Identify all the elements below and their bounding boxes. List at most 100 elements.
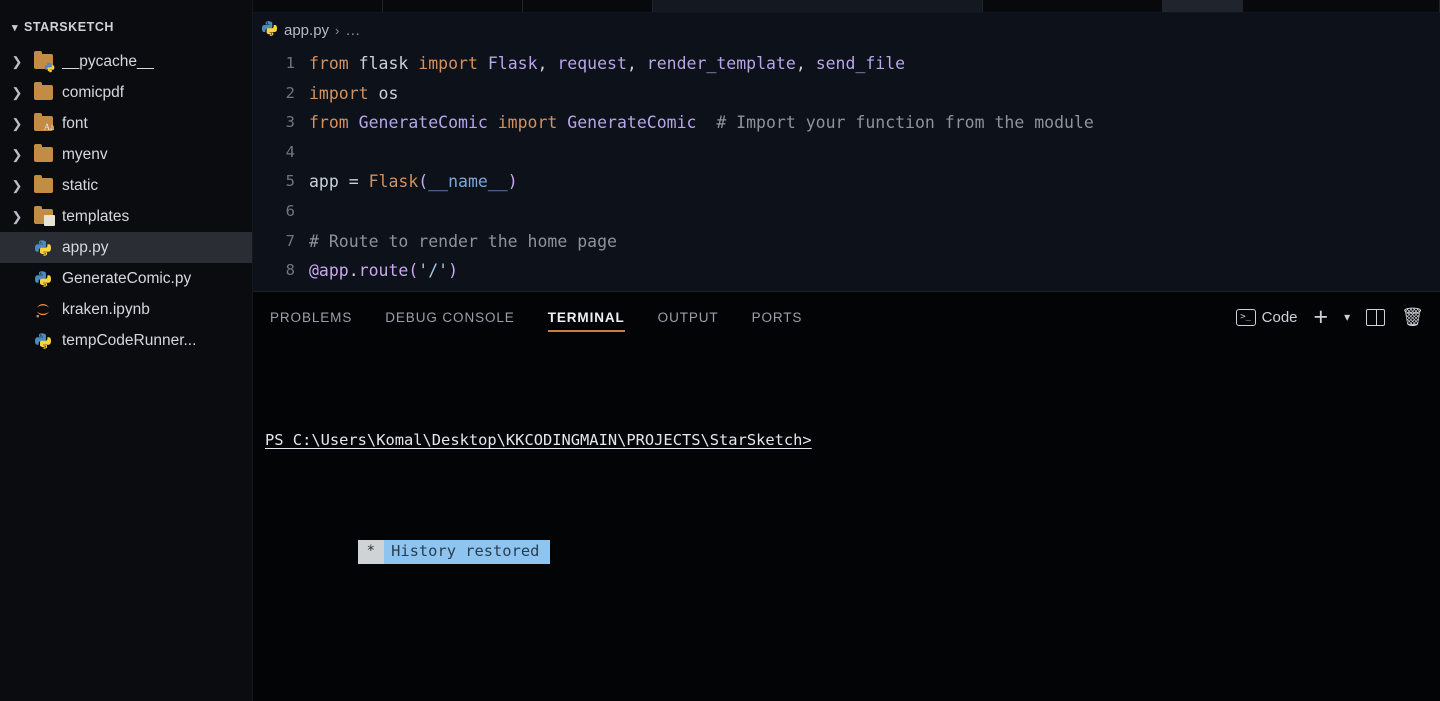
file-tree-item[interactable]: ❯ templates bbox=[0, 201, 252, 232]
code-line-content: from flask import Flask, request, render… bbox=[309, 49, 905, 79]
editor-tab-strip bbox=[253, 0, 1440, 13]
code-token: , bbox=[537, 54, 558, 73]
new-terminal-dropdown[interactable]: ▾ bbox=[1340, 307, 1354, 327]
editor-tab[interactable] bbox=[523, 0, 653, 12]
bottom-panel: PROBLEMS DEBUG CONSOLE TERMINAL OUTPUT PORTS… bbox=[253, 291, 1440, 701]
kill-terminal-button[interactable]: 🗑 bbox=[1397, 304, 1428, 331]
active-terminal-selector[interactable]: >_ Code bbox=[1232, 306, 1302, 329]
panel-tab-debug-console[interactable]: DEBUG CONSOLE bbox=[385, 292, 514, 342]
folder-python-icon bbox=[30, 50, 56, 73]
font-badge-icon: Aa bbox=[43, 122, 55, 132]
folder-templates-icon bbox=[30, 205, 56, 228]
line-number: 8 bbox=[285, 261, 295, 280]
breadcrumb-file-name[interactable]: app.py bbox=[284, 22, 329, 39]
chevron-down-icon[interactable]: ▾ bbox=[6, 21, 24, 34]
folder-python-icon bbox=[33, 50, 55, 73]
chevron-down-icon[interactable]: ▾ bbox=[1344, 310, 1350, 324]
file-tree-item[interactable]: kraken.ipynb bbox=[0, 294, 252, 325]
code-line[interactable]: 2 import os bbox=[253, 79, 1440, 109]
panel-tab-ports[interactable]: PORTS bbox=[752, 292, 803, 342]
folder-icon bbox=[30, 143, 56, 166]
folder-icon bbox=[30, 81, 56, 104]
code-token: , bbox=[795, 54, 816, 73]
code-token: @app bbox=[309, 261, 349, 281]
code-token: GenerateComic bbox=[567, 113, 697, 133]
chevron-right-icon[interactable]: ❯ bbox=[4, 85, 30, 101]
code-token: # Import your function from the module bbox=[716, 113, 1094, 133]
panel-tab-output[interactable]: OUTPUT bbox=[658, 292, 719, 342]
chevron-right-icon[interactable]: ❯ bbox=[4, 147, 30, 163]
file-tree-item[interactable]: ❯ __pycache__ bbox=[0, 46, 252, 77]
explorer-section-header[interactable]: ▾ STARSKETCH bbox=[0, 14, 252, 40]
code-token: '/' bbox=[418, 261, 449, 281]
active-terminal-label: Code bbox=[1261, 308, 1298, 326]
code-token: app bbox=[309, 172, 349, 192]
code-token: request bbox=[557, 54, 627, 73]
plus-icon[interactable]: + bbox=[1314, 304, 1329, 330]
code-token: Flask bbox=[368, 172, 419, 192]
code-token: os bbox=[378, 83, 399, 103]
file-tree-item[interactable]: ❯ Aa font bbox=[0, 108, 252, 139]
chevron-right-icon[interactable]: ❯ bbox=[4, 54, 30, 70]
file-tree-item[interactable]: ❯ static bbox=[0, 170, 252, 201]
file-tree-item-label: font bbox=[62, 114, 88, 132]
line-number: 3 bbox=[285, 113, 295, 132]
folder-font-icon: Aa bbox=[30, 112, 56, 135]
trash-icon[interactable]: 🗑 bbox=[1401, 307, 1424, 328]
code-editor[interactable]: 1 from flask import Flask, request, rende… bbox=[253, 47, 1440, 291]
code-token: . bbox=[348, 261, 359, 281]
code-line-content: # Route to render the home page bbox=[309, 227, 617, 257]
file-tree-item[interactable]: tempCodeRunner... bbox=[0, 325, 252, 356]
breadcrumb[interactable]: app.py › … bbox=[253, 13, 1440, 47]
code-line-content: app = Flask(__name__) bbox=[309, 167, 518, 197]
code-line[interactable]: 1 from flask import Flask, request, rende… bbox=[253, 49, 1440, 79]
editor-tab[interactable] bbox=[1163, 0, 1243, 12]
file-tree-item-label: myenv bbox=[62, 145, 108, 163]
folder-icon bbox=[33, 143, 53, 162]
editor-tab[interactable] bbox=[383, 0, 523, 12]
new-terminal-button[interactable]: + bbox=[1310, 302, 1333, 333]
chevron-right-icon[interactable]: ❯ bbox=[4, 116, 30, 132]
code-token: from bbox=[309, 54, 359, 73]
code-token: ( bbox=[418, 172, 429, 192]
python-badge-icon bbox=[44, 60, 55, 73]
code-token: ) bbox=[448, 261, 459, 281]
file-tree-item[interactable]: ❯ myenv bbox=[0, 139, 252, 170]
editor-tab-filler bbox=[1243, 0, 1440, 12]
split-editor-icon[interactable] bbox=[1366, 308, 1386, 326]
editor-tab-active[interactable] bbox=[653, 0, 983, 12]
chevron-right-icon[interactable]: ❯ bbox=[4, 209, 30, 225]
file-tree-item[interactable]: ❯ comicpdf bbox=[0, 77, 252, 108]
folder-icon bbox=[33, 81, 53, 100]
file-tree: ❯ __pycache__ ❯ comicpdf ❯ Aa font ❯ myenv ❯ stati… bbox=[0, 46, 252, 356]
code-line[interactable]: 4 bbox=[253, 138, 1440, 168]
code-line[interactable]: 7 # Route to render the home page bbox=[253, 227, 1440, 257]
chevron-right-icon[interactable]: ❯ bbox=[4, 178, 30, 194]
history-restored-label: History restored bbox=[384, 539, 551, 564]
editor-tab[interactable] bbox=[983, 0, 1163, 12]
code-line[interactable]: 8 @app.route('/') bbox=[253, 256, 1440, 286]
code-token: import bbox=[418, 54, 488, 73]
editor-area: app.py › … 1 from flask import Flask, req… bbox=[253, 0, 1440, 701]
breadcrumb-overflow[interactable]: … bbox=[345, 22, 361, 39]
file-tree-item[interactable]: app.py bbox=[0, 232, 252, 263]
split-terminal-button[interactable] bbox=[1362, 306, 1389, 329]
code-token: flask bbox=[358, 54, 419, 73]
panel-tab-bar: PROBLEMS DEBUG CONSOLE TERMINAL OUTPUT PORTS… bbox=[253, 292, 1440, 342]
code-token: send_file bbox=[815, 54, 906, 73]
panel-tab-problems[interactable]: PROBLEMS bbox=[270, 292, 352, 342]
code-token: ) bbox=[507, 172, 518, 192]
folder-icon bbox=[30, 174, 56, 197]
panel-tab-terminal[interactable]: TERMINAL bbox=[547, 292, 625, 342]
file-tree-item-label: app.py bbox=[62, 238, 109, 256]
jupyter-notebook-icon bbox=[30, 299, 56, 321]
code-line[interactable]: 5 app = Flask(__name__) bbox=[253, 167, 1440, 197]
editor-tab[interactable] bbox=[253, 0, 383, 12]
code-line[interactable]: 6 bbox=[253, 197, 1440, 227]
file-tree-item[interactable]: GenerateComic.py bbox=[0, 263, 252, 294]
code-token: import bbox=[309, 83, 379, 103]
terminal-output[interactable]: PS C:\Users\Komal\Desktop\KKCODINGMAIN\P… bbox=[253, 342, 1440, 701]
code-line[interactable]: 3 from GenerateComic import GenerateComic… bbox=[253, 108, 1440, 138]
asterisk-icon: * bbox=[357, 539, 385, 564]
